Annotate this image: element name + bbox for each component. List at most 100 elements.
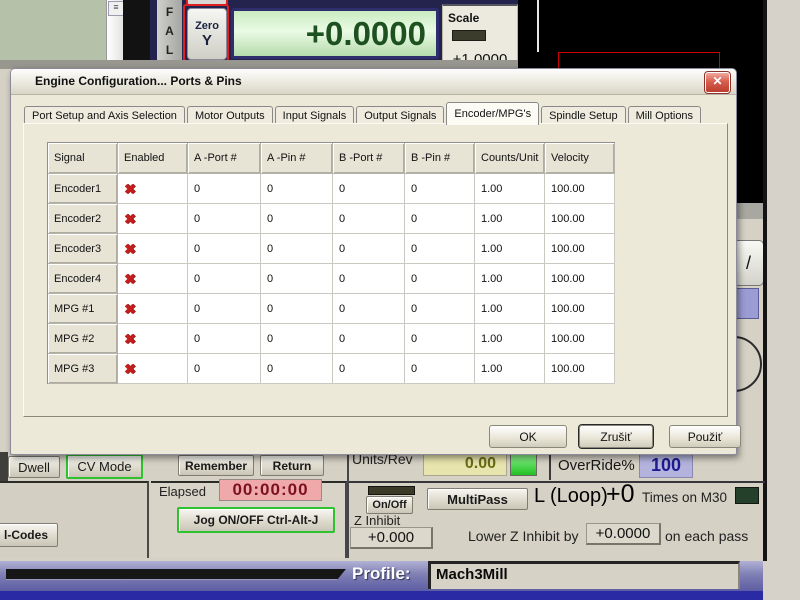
signal-name-cell: MPG #1 [48,294,118,324]
value-cell[interactable]: 0 [405,294,475,324]
value-cell[interactable]: 0 [261,174,333,204]
value-cell[interactable]: 0 [405,174,475,204]
override-dro[interactable]: 100 [639,452,693,478]
value-cell[interactable]: 0 [333,234,405,264]
value-cell[interactable]: 0 [261,324,333,354]
right-panel-left-edge [347,448,349,558]
cv-mode-button[interactable]: CV Mode [66,454,143,479]
disabled-x-icon[interactable]: ✖ [124,301,136,317]
zero-y-button[interactable]: Zero Y [187,8,227,60]
value-cell[interactable]: 0 [261,294,333,324]
value-cell[interactable]: 0 [188,294,261,324]
value-cell[interactable]: 0 [333,294,405,324]
value-cell[interactable]: 1.00 [475,204,545,234]
close-icon[interactable]: ✕ [705,72,730,93]
lower-z-inhibit-dro[interactable]: +0.0000 [586,523,661,545]
units-rev-dro[interactable]: 0.00 [423,452,507,476]
multipass-button[interactable]: MultiPass [427,488,528,510]
toolpath-axis-line [537,0,539,52]
enabled-cell[interactable]: ✖ [118,174,188,204]
disabled-x-icon[interactable]: ✖ [124,241,136,257]
column-header: B -Port # [333,143,405,174]
axis-letter: F [157,3,182,22]
value-cell[interactable]: 1.00 [475,294,545,324]
y-axis-dro[interactable]: +0.0000 [231,8,439,59]
disabled-x-icon[interactable]: ✖ [124,211,136,227]
ok-button[interactable]: OK [489,425,567,448]
value-cell[interactable]: 1.00 [475,174,545,204]
slash-icon: / [746,253,751,274]
value-cell[interactable]: 0 [261,204,333,234]
remember-button[interactable]: Remember [178,455,254,476]
column-header: Counts/Unit [475,143,545,174]
value-cell[interactable]: 0 [261,354,333,384]
value-cell[interactable]: 100.00 [545,174,615,204]
value-cell[interactable]: 100.00 [545,294,615,324]
scrollbar-menu-icon[interactable]: ≡ [108,1,124,16]
enabled-cell[interactable]: ✖ [118,204,188,234]
value-cell[interactable]: 0 [333,264,405,294]
signal-name-cell: Encoder3 [48,234,118,264]
value-cell[interactable]: 0 [188,324,261,354]
value-cell[interactable]: 0 [405,324,475,354]
value-cell[interactable]: 100.00 [545,354,615,384]
value-cell[interactable]: 0 [333,354,405,384]
scale-panel: Scale +1.0000 [442,4,518,63]
value-cell[interactable]: 0 [333,174,405,204]
dwell-button[interactable]: Dwell [8,456,60,478]
value-cell[interactable]: 0 [261,264,333,294]
column-header: Enabled [118,143,188,174]
scrollbar[interactable]: ≡ [106,0,123,62]
enabled-cell[interactable]: ✖ [118,354,188,384]
apply-button[interactable]: Použiť [669,425,741,448]
enabled-cell[interactable]: ✖ [118,264,188,294]
value-cell[interactable]: 1.00 [475,234,545,264]
dialog-titlebar[interactable]: Engine Configuration... Ports & Pins ✕ [11,69,736,95]
disabled-x-icon[interactable]: ✖ [124,331,136,347]
value-cell[interactable]: 0 [188,264,261,294]
value-cell[interactable]: 0 [188,234,261,264]
enabled-cell[interactable]: ✖ [118,294,188,324]
loop-label: L (Loop) [534,485,608,508]
spindle-onoff-button[interactable]: On/Off [366,496,413,514]
profile-value-box[interactable]: Mach3Mill [428,561,740,589]
value-cell[interactable]: 0 [333,324,405,354]
value-cell[interactable]: 0 [188,204,261,234]
z-inhibit-dro[interactable]: +0.000 [350,527,433,549]
disabled-x-icon[interactable]: ✖ [124,361,136,377]
cancel-button[interactable]: Zrušiť [579,425,653,448]
value-cell[interactable]: 1.00 [475,354,545,384]
value-cell[interactable]: 0 [405,264,475,294]
enabled-cell[interactable]: ✖ [118,234,188,264]
return-button[interactable]: Return [260,455,324,476]
value-cell[interactable]: 0 [405,204,475,234]
value-cell[interactable]: 100.00 [545,264,615,294]
value-cell[interactable]: 1.00 [475,264,545,294]
scale-label: Scale [448,11,479,25]
value-cell[interactable]: 100.00 [545,234,615,264]
encoder-signal-table: SignalEnabledA -Port #A -Pin #B -Port #B… [47,142,615,384]
jog-onoff-button[interactable]: Jog ON/OFF Ctrl-Alt-J [177,507,335,533]
black-divider-strip [123,0,150,62]
value-cell[interactable]: 0 [405,234,475,264]
value-cell[interactable]: 100.00 [545,324,615,354]
loop-count-dro[interactable]: +0 [606,480,635,509]
codes-button[interactable]: l-Codes [0,523,58,547]
tab-encoder-mpg[interactable]: Encoder/MPG's [446,102,539,125]
disabled-x-icon[interactable]: ✖ [124,271,136,287]
value-cell[interactable]: 1.00 [475,324,545,354]
column-header: A -Port # [188,143,261,174]
value-cell[interactable]: 0 [188,174,261,204]
zero-y-axis-label: Y [202,32,212,49]
value-cell[interactable]: 100.00 [545,204,615,234]
value-cell[interactable]: 0 [188,354,261,384]
value-cell[interactable]: 0 [405,354,475,384]
jog-mode-button[interactable]: / [733,240,764,286]
left-dark-sliver [0,452,8,481]
enabled-cell[interactable]: ✖ [118,324,188,354]
value-cell[interactable]: 0 [333,204,405,234]
column-header: B -Pin # [405,143,475,174]
m30-led [735,487,759,504]
disabled-x-icon[interactable]: ✖ [124,181,136,197]
value-cell[interactable]: 0 [261,234,333,264]
